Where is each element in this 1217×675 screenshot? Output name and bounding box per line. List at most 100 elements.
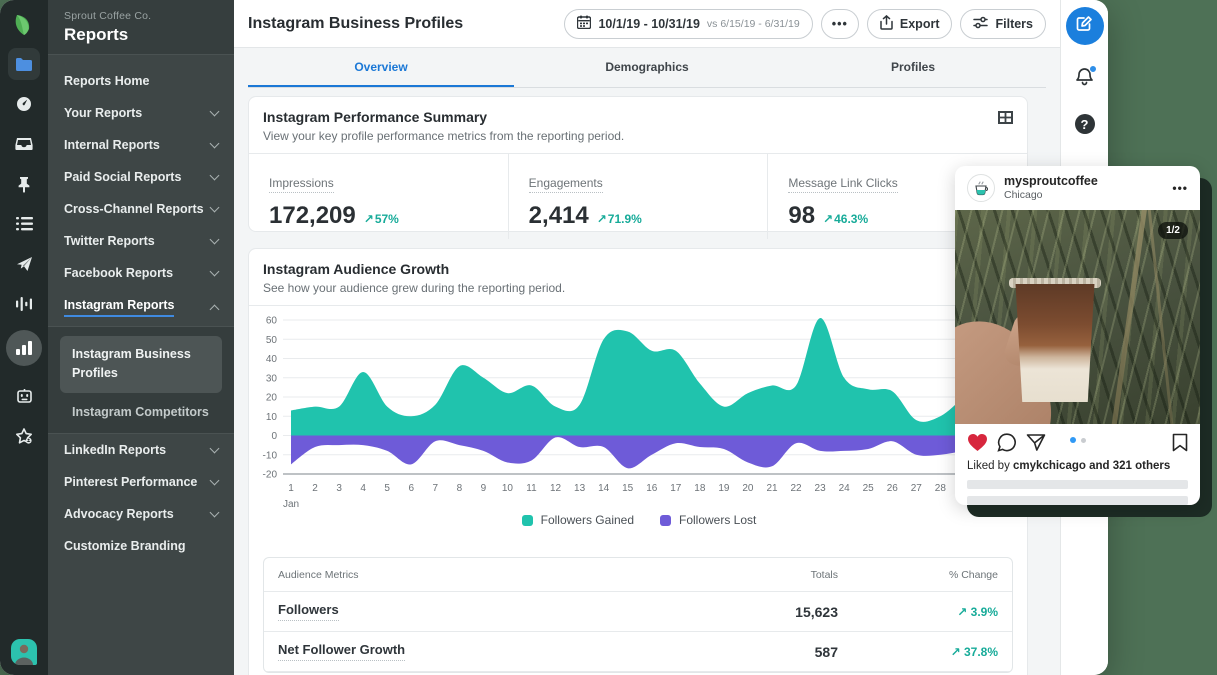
svg-text:5: 5 [384, 483, 390, 494]
chevron-down-icon [210, 507, 220, 517]
dot-inactive [1081, 438, 1086, 443]
more-options-button[interactable]: ••• [821, 9, 859, 39]
chevron-down-icon [210, 475, 220, 485]
metric-label[interactable]: Message Link Clicks [788, 176, 897, 193]
svg-text:22: 22 [790, 483, 802, 494]
filters-button[interactable]: Filters [960, 9, 1046, 39]
legend-label: Followers Lost [679, 513, 756, 527]
metric-change: ↗71.9% [597, 212, 642, 226]
table-view-icon[interactable] [998, 111, 1013, 129]
svg-text:26: 26 [887, 483, 899, 494]
svg-text:23: 23 [815, 483, 827, 494]
liked-by-users[interactable]: cmykchicago and 321 others [1013, 460, 1170, 472]
tasks-list-nav-icon[interactable] [8, 208, 40, 240]
post-avatar[interactable] [967, 174, 995, 202]
export-button[interactable]: Export [867, 9, 953, 39]
compare-range-text: vs 6/15/19 - 6/31/19 [707, 18, 800, 30]
reports-nav-icon[interactable] [6, 330, 42, 366]
svg-text:1: 1 [288, 483, 294, 494]
sidebar-item-label: Pinterest Performance [64, 475, 197, 489]
bookmark-icon[interactable] [1172, 433, 1188, 452]
user-avatar[interactable] [11, 639, 37, 665]
sidebar-item-instagram-reports[interactable]: Instagram Reports [48, 289, 234, 326]
sidebar-item-customize-branding[interactable]: Customize Branding [48, 530, 234, 562]
summary-subtitle: View your key profile performance metric… [263, 129, 1013, 143]
svg-text:10: 10 [266, 412, 278, 423]
post-location[interactable]: Chicago [1004, 189, 1098, 202]
sidebar-item-label: Customize Branding [64, 539, 186, 553]
trend-up-icon: ↗ [951, 645, 961, 659]
chevron-down-icon [210, 171, 220, 181]
like-heart-icon[interactable] [967, 433, 988, 452]
svg-text:19: 19 [718, 483, 730, 494]
svg-text:14: 14 [598, 483, 610, 494]
table-row[interactable]: Net Follower Growth 587 ↗ 37.8% [264, 632, 1012, 672]
sidebar-item-instagram-business-profiles[interactable]: Instagram Business Profiles [60, 336, 222, 393]
legend-followers-lost[interactable]: Followers Lost [660, 513, 756, 527]
filters-icon [973, 16, 988, 32]
date-range-button[interactable]: 10/1/19 - 10/31/19 vs 6/15/19 - 6/31/19 [564, 9, 812, 39]
sidebar-item-advocacy-reports[interactable]: Advocacy Reports [48, 498, 234, 530]
sidebar-item-cross-channel-reports[interactable]: Cross-Channel Reports [48, 193, 234, 225]
sidebar-item-pinterest-performance[interactable]: Pinterest Performance [48, 466, 234, 498]
sidebar-item-label: Cross-Channel Reports [64, 202, 204, 216]
reviews-star-nav-icon[interactable] [8, 420, 40, 452]
audience-growth-chart[interactable]: 6050403020100-10-20123456789101112131415… [249, 301, 1029, 541]
post-username[interactable]: mysproutcoffee [1004, 174, 1098, 190]
listening-pulse-nav-icon[interactable] [8, 288, 40, 320]
post-more-button[interactable]: ••• [1172, 181, 1188, 195]
tab-overview[interactable]: Overview [248, 48, 514, 87]
chart-legend: Followers Gained Followers Lost [249, 513, 1029, 527]
metric-name[interactable]: Followers [278, 602, 339, 621]
svg-text:40: 40 [266, 354, 278, 365]
followers-lost-swatch [660, 515, 671, 526]
legend-followers-gained[interactable]: Followers Gained [522, 513, 634, 527]
compose-pencil-icon [1076, 15, 1093, 37]
growth-title: Instagram Audience Growth [263, 261, 1013, 277]
inbox-folder-nav-icon[interactable] [8, 48, 40, 80]
tab-demographics[interactable]: Demographics [514, 48, 780, 87]
sidebar-item-label: Facebook Reports [64, 266, 173, 280]
pin-nav-icon[interactable] [8, 168, 40, 200]
trend-up-icon: ↗ [364, 212, 374, 226]
notifications-button[interactable] [1075, 67, 1094, 92]
svg-text:16: 16 [646, 483, 658, 494]
dot-active [1070, 437, 1076, 443]
carousel-page-badge: 1/2 [1158, 222, 1188, 239]
performance-summary-card: Instagram Performance Summary View your … [248, 96, 1028, 232]
dashboard-gauge-nav-icon[interactable] [8, 88, 40, 120]
smart-inbox-nav-icon[interactable] [8, 128, 40, 160]
comment-icon[interactable] [997, 433, 1017, 452]
post-photo[interactable]: 1/2 [955, 210, 1200, 424]
carousel-dots [955, 437, 1200, 443]
sidebar-item-instagram-competitors[interactable]: Instagram Competitors [48, 393, 234, 423]
svg-text:10: 10 [502, 483, 514, 494]
table-row[interactable]: Followers 15,623 ↗ 3.9% [264, 592, 1012, 632]
help-button[interactable]: ? [1075, 114, 1095, 134]
metric-value: 98 [788, 202, 815, 230]
svg-text:27: 27 [911, 483, 923, 494]
sidebar-item-paid-social-reports[interactable]: Paid Social Reports [48, 161, 234, 193]
sidebar-item-internal-reports[interactable]: Internal Reports [48, 129, 234, 161]
sidebar-item-linkedin-reports[interactable]: LinkedIn Reports [48, 434, 234, 466]
svg-text:7: 7 [433, 483, 439, 494]
sidebar-item-your-reports[interactable]: Your Reports [48, 97, 234, 129]
sidebar-item-reports-home[interactable]: Reports Home [48, 65, 234, 97]
metric-label[interactable]: Impressions [269, 176, 334, 193]
chevron-down-icon [210, 107, 220, 117]
publishing-send-nav-icon[interactable] [8, 248, 40, 280]
metric-label[interactable]: Engagements [529, 176, 603, 193]
metric-name[interactable]: Net Follower Growth [278, 642, 405, 661]
bot-nav-icon[interactable] [8, 380, 40, 412]
chevron-down-icon [210, 235, 220, 245]
sidebar-item-twitter-reports[interactable]: Twitter Reports [48, 225, 234, 257]
sidebar-item-facebook-reports[interactable]: Facebook Reports [48, 257, 234, 289]
sidebar-item-label: LinkedIn Reports [64, 443, 166, 457]
column-header: % Change [838, 569, 998, 581]
coffee-cup [1013, 284, 1097, 402]
share-plane-icon[interactable] [1026, 433, 1046, 452]
compose-button[interactable] [1066, 7, 1104, 45]
tab-profiles[interactable]: Profiles [780, 48, 1046, 87]
svg-text:60: 60 [266, 316, 278, 327]
svg-text:11: 11 [526, 483, 537, 494]
